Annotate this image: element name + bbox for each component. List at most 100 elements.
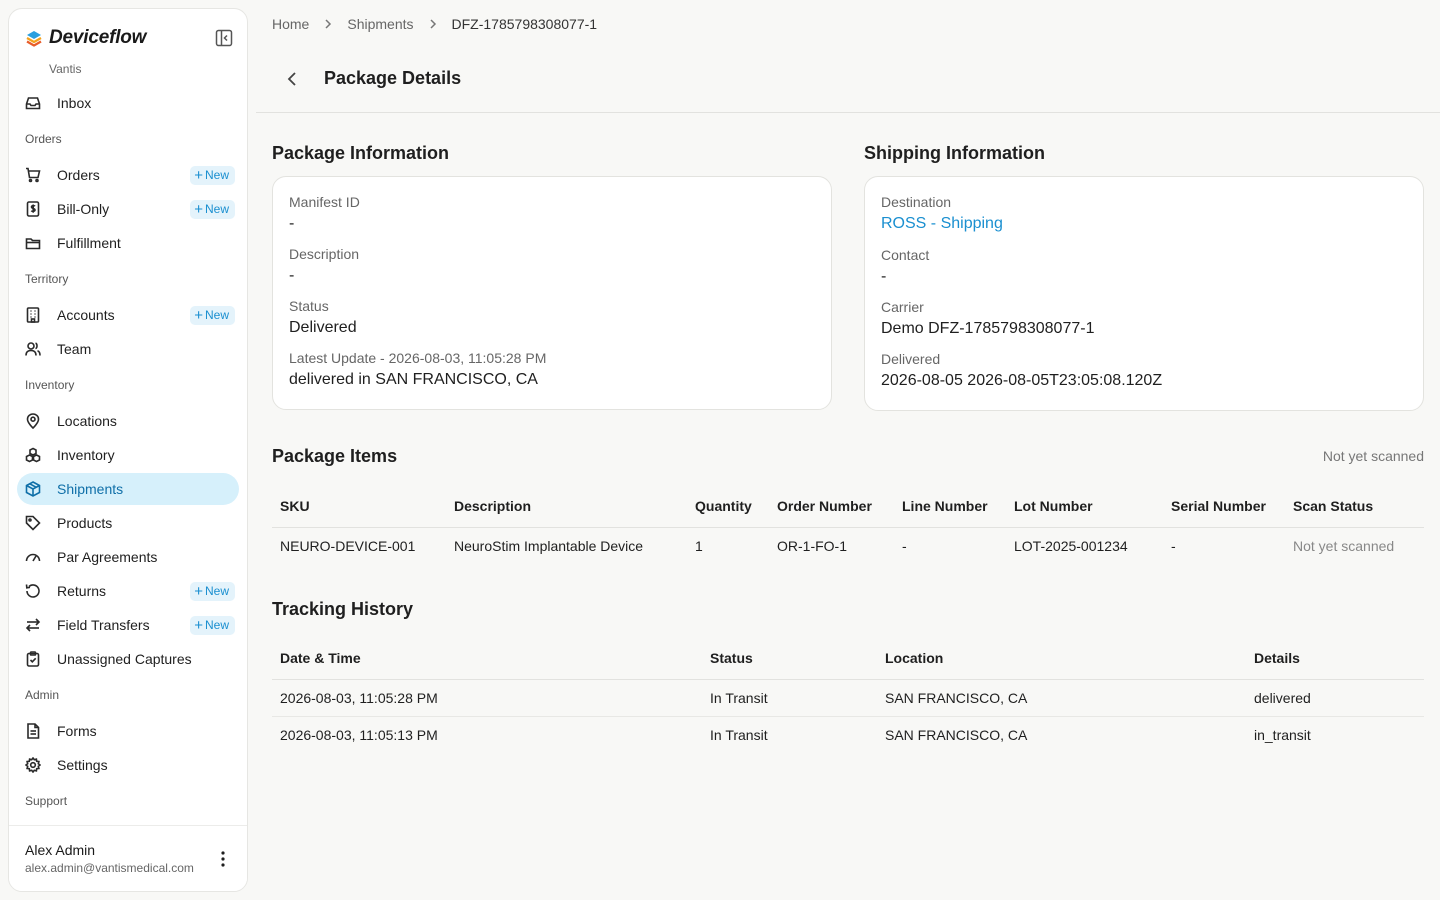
status-value: Delivered xyxy=(289,319,357,336)
table-cell: NeuroStim Implantable Device xyxy=(454,537,644,554)
column-header: Status xyxy=(702,637,877,680)
new-badge-label: New xyxy=(204,168,229,182)
sidebar-item-label: Forms xyxy=(57,723,97,739)
new-bill-only-button[interactable]: + New xyxy=(190,200,235,219)
sidebar-nav: Inbox Orders Orders + New Bill-Only + New … xyxy=(9,85,247,819)
manifest-id-label: Manifest ID xyxy=(289,194,360,210)
package-items-title: Package Items xyxy=(272,446,398,466)
new-order-button[interactable]: + New xyxy=(190,166,235,185)
breadcrumb-current: DFZ-1785798308077-1 xyxy=(451,16,598,32)
boxes-icon xyxy=(25,447,41,463)
user-name: Alex Admin xyxy=(25,842,96,858)
carrier-label: Carrier xyxy=(881,299,924,315)
column-header: Details xyxy=(1246,637,1424,680)
column-header: Lot Number xyxy=(1006,485,1163,528)
sidebar-item-products[interactable]: Products xyxy=(17,507,239,539)
new-account-button[interactable]: + New xyxy=(190,306,235,325)
users-icon xyxy=(25,341,41,357)
column-header: Line Number xyxy=(894,485,1006,528)
column-header: Serial Number xyxy=(1163,485,1285,528)
table-row: 2026-08-03, 11:05:13 PM In Transit SAN F… xyxy=(272,716,1424,753)
contact-label: Contact xyxy=(881,247,930,263)
sidebar-item-settings[interactable]: Settings xyxy=(17,749,239,781)
sidebar-item-forms[interactable]: Forms xyxy=(17,715,239,747)
new-field-transfer-button[interactable]: + New xyxy=(190,616,235,635)
sidebar-item-inventory[interactable]: Inventory xyxy=(17,439,239,471)
plus-icon: + xyxy=(194,201,203,218)
nav-section-territory: Territory xyxy=(25,272,69,286)
table-cell: in_transit xyxy=(1254,726,1311,743)
table-cell: delivered xyxy=(1246,679,1424,717)
sidebar-item-accounts[interactable]: Accounts + New xyxy=(17,299,239,331)
table-row: 2026-08-03, 11:05:28 PM In Transit SAN F… xyxy=(272,679,1424,717)
table-cell: 1 xyxy=(695,537,703,554)
new-badge-label: New xyxy=(204,584,229,598)
document-icon xyxy=(25,723,41,739)
carrier-value: Demo DFZ-1785798308077-1 xyxy=(881,320,1095,337)
column-header: Description xyxy=(446,485,687,528)
sidebar-item-shipments[interactable]: Shipments xyxy=(17,473,239,505)
sidebar-item-label: Orders xyxy=(57,167,100,183)
shipping-information-title: Shipping Information xyxy=(864,143,1045,163)
tag-icon xyxy=(25,515,41,531)
invoice-dollar-icon xyxy=(25,201,41,217)
sidebar-item-field-transfers[interactable]: Field Transfers + New xyxy=(17,609,239,641)
sidebar-item-locations[interactable]: Locations xyxy=(17,405,239,437)
sidebar-item-label: Unassigned Captures xyxy=(57,651,192,667)
new-badge-label: New xyxy=(204,202,229,216)
sidebar-item-label: Settings xyxy=(57,757,108,773)
sidebar-item-unassigned-captures[interactable]: Unassigned Captures xyxy=(17,643,239,675)
table-cell: - xyxy=(1171,537,1176,554)
plus-icon: + xyxy=(194,167,203,184)
table-cell: SAN FRANCISCO, CA xyxy=(885,726,1028,743)
shipping-information-card: Destination ROSS - Shipping Contact - Ca… xyxy=(864,176,1424,411)
map-pin-icon xyxy=(25,413,41,430)
more-vertical-icon[interactable] xyxy=(215,850,231,868)
organization-name: Vantis xyxy=(49,62,82,76)
sidebar-item-label: Returns xyxy=(57,583,107,599)
sidebar-item-orders[interactable]: Orders + New xyxy=(17,159,239,191)
sidebar-item-label: Inventory xyxy=(57,447,115,463)
sidebar-item-returns[interactable]: Returns + New xyxy=(17,575,239,607)
breadcrumb-home[interactable]: Home xyxy=(272,16,309,32)
contact-value: - xyxy=(881,268,887,285)
sidebar-item-label: Field Transfers xyxy=(57,617,150,633)
delivered-value: 2026-08-05 2026-08-05T23:05:08.120Z xyxy=(881,372,1163,389)
sidebar-item-team[interactable]: Team xyxy=(17,333,239,365)
breadcrumb: Home Shipments DFZ-1785798308077-1 xyxy=(272,14,597,34)
back-arrow-icon[interactable] xyxy=(282,69,302,89)
sidebar-item-label: Shipments xyxy=(57,481,124,497)
plus-icon: + xyxy=(194,307,203,324)
sidebar-item-inbox[interactable]: Inbox xyxy=(17,87,239,119)
sidebar-item-bill-only[interactable]: Bill-Only + New xyxy=(17,193,239,225)
new-badge-label: New xyxy=(204,308,229,322)
sidebar-item-fulfillment[interactable]: Fulfillment xyxy=(17,227,239,259)
tracking-history-table: Date & Time Status Location Details 2026… xyxy=(272,637,1424,753)
column-header: Location xyxy=(877,637,1246,680)
nav-section-orders: Orders xyxy=(25,132,62,146)
scan-summary: Not yet scanned xyxy=(1322,448,1424,464)
destination-link[interactable]: ROSS - Shipping xyxy=(881,215,1003,233)
status-label: Status xyxy=(289,298,329,314)
collapse-sidebar-icon[interactable] xyxy=(215,29,233,47)
user-email: alex.admin@vantismedical.com xyxy=(25,861,194,875)
sidebar-item-label: Bill-Only xyxy=(57,201,110,217)
latest-update-value: delivered in SAN FRANCISCO, CA xyxy=(289,371,538,388)
new-badge-label: New xyxy=(204,618,229,632)
table-header-row: Date & Time Status Location Details xyxy=(272,637,1424,680)
delivered-label: Delivered xyxy=(881,351,941,367)
breadcrumb-shipments[interactable]: Shipments xyxy=(347,16,413,32)
user-profile[interactable]: Alex Admin alex.admin@vantismedical.com xyxy=(9,825,247,891)
fulfillment-box-icon xyxy=(25,235,41,251)
table-cell: LOT-2025-001234 xyxy=(1014,537,1128,554)
new-return-button[interactable]: + New xyxy=(190,582,235,601)
nav-section-support: Support xyxy=(25,794,68,808)
nav-section-admin: Admin xyxy=(25,688,60,702)
tracking-history-title: Tracking History xyxy=(272,599,414,619)
sidebar-item-label: Products xyxy=(57,515,113,531)
sidebar-item-par-agreements[interactable]: Par Agreements xyxy=(17,541,239,573)
description-value: - xyxy=(289,267,295,284)
sidebar-item-label: Team xyxy=(57,341,92,357)
column-header: Quantity xyxy=(687,485,769,528)
plus-icon: + xyxy=(194,617,203,634)
